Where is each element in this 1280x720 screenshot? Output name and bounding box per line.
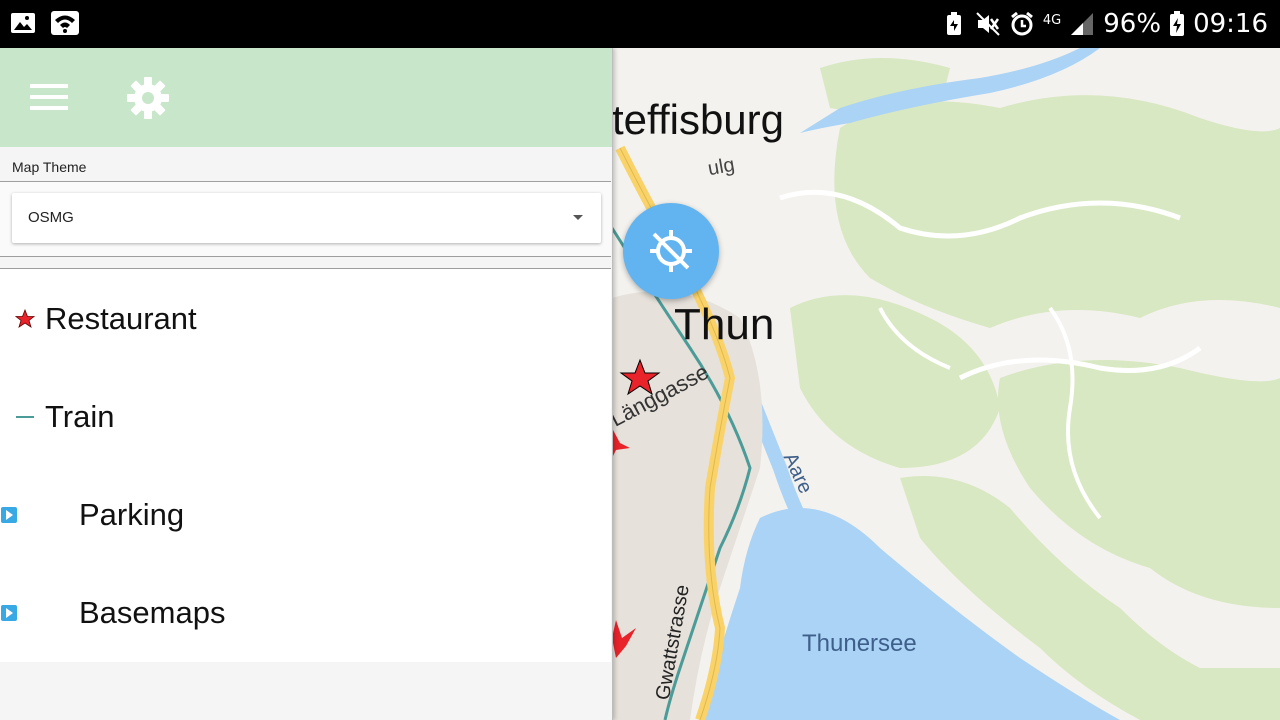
network-type: 4G [1042,12,1062,28]
layer-label: Parking [79,497,185,532]
battery-percent: 96% [1103,9,1162,39]
map-theme-label: Map Theme [12,159,87,175]
layer-item-train[interactable]: Train [0,367,611,465]
menu-icon[interactable] [30,78,68,116]
clock: 09:16 [1193,9,1268,39]
alarm-icon [1010,11,1033,36]
expand-arrow-icon[interactable] [1,507,17,523]
battery-saver-icon [946,12,961,35]
wifi-icon [51,11,79,35]
map-theme-select[interactable]: OSMG [12,193,601,243]
drawer-toolbar [0,48,612,147]
layer-drawer: Map Theme OSMG Restaurant Train Parking [0,48,613,720]
expand-arrow-icon[interactable] [1,605,17,621]
layer-list: Restaurant Train Parking Basemaps [0,268,611,662]
mute-icon [976,12,1000,36]
image-icon [11,13,35,33]
line-icon [16,416,34,418]
status-bar: 4G 96% 09:16 [0,0,1280,48]
map-label-city: Thun [674,300,775,349]
star-icon [15,309,35,328]
map-theme-value: OSMG [28,209,74,226]
settings-icon[interactable] [125,76,171,120]
map-label-lake: Thunersee [802,630,917,657]
layer-item-restaurant[interactable]: Restaurant [0,269,611,367]
battery-charging-icon [1170,11,1185,36]
gps-off-icon [650,230,692,272]
layer-item-parking[interactable]: Parking [0,465,611,563]
layer-item-basemaps[interactable]: Basemaps [0,563,611,661]
layer-label: Restaurant [45,301,197,336]
map-label-street: ulg [706,153,737,181]
chevron-down-icon [573,215,583,220]
map-label-town: teffisburg [612,96,784,143]
map-theme-section: OSMG [0,181,611,257]
layer-label: Basemaps [79,595,226,630]
gps-toggle-button[interactable] [623,203,719,299]
signal-icon [1071,13,1094,35]
layer-label: Train [45,399,115,434]
